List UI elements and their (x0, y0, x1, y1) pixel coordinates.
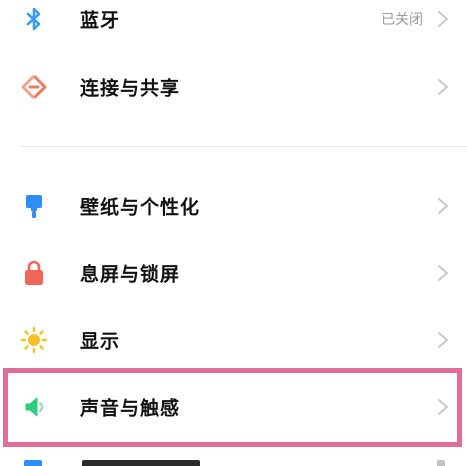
chevron-right-icon (437, 10, 449, 28)
wallpaper-brush-icon (20, 192, 48, 220)
lock-icon (20, 259, 48, 287)
sun-icon (20, 326, 48, 354)
bluetooth-icon (20, 5, 48, 33)
settings-item-label: 显示 (80, 330, 121, 353)
chevron-right-icon (437, 398, 449, 416)
chevron-right-icon (437, 264, 449, 282)
chevron-right-icon (437, 331, 449, 349)
connection-sharing-icon (20, 73, 48, 101)
settings-item-lock-screen[interactable]: 息屏与锁屏 (0, 243, 467, 303)
settings-item-label: 息屏与锁屏 (80, 263, 181, 286)
settings-item-partial[interactable] (0, 452, 467, 466)
partial-chevron-fragment (437, 460, 445, 466)
settings-item-bluetooth[interactable]: 蓝牙 已关闭 (0, 0, 467, 49)
chevron-right-icon (437, 78, 449, 96)
chevron-right-icon (437, 197, 449, 215)
settings-item-wallpaper-personalization[interactable]: 壁纸与个性化 (0, 176, 467, 236)
partial-label-fragment (82, 460, 200, 466)
section-divider (20, 146, 467, 147)
settings-item-label: 连接与共享 (80, 77, 181, 100)
settings-item-label: 壁纸与个性化 (80, 196, 201, 219)
bluetooth-status: 已关闭 (381, 12, 423, 28)
settings-item-label: 声音与触感 (80, 397, 181, 420)
settings-item-label: 蓝牙 (80, 9, 121, 32)
settings-item-display[interactable]: 显示 (0, 310, 467, 370)
partial-icon (24, 460, 42, 466)
speaker-icon (20, 393, 48, 421)
settings-item-sound-haptics[interactable]: 声音与触感 (0, 377, 467, 437)
settings-item-connection-sharing[interactable]: 连接与共享 (0, 57, 467, 117)
